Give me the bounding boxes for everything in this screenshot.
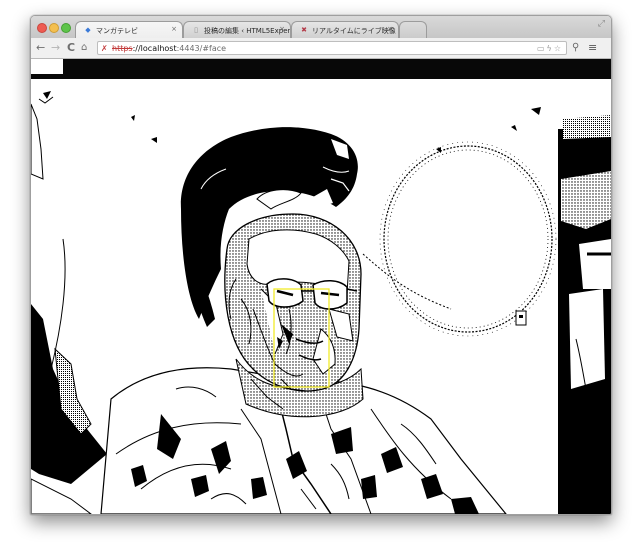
fullscreen-icon[interactable]: ⤢: [598, 19, 605, 29]
tab-label: リアルタイムにライブ映像: [312, 27, 396, 35]
broken-lock-icon: ✗: [101, 44, 108, 53]
omnibox-actions: ▭ϟ☆: [537, 42, 563, 56]
tab-label: マンガテレビ: [96, 27, 138, 35]
bookmark-star-icon[interactable]: ☆: [554, 44, 563, 53]
url-host: ://localhost: [132, 44, 177, 53]
home-icon[interactable]: ⌂: [81, 41, 87, 54]
page-action-icon[interactable]: ▭: [537, 44, 547, 53]
header-white-block: [31, 59, 63, 74]
extension-icon[interactable]: ⚲: [572, 41, 579, 54]
url-scheme: https: [112, 44, 133, 53]
bolt-icon[interactable]: ϟ: [547, 44, 554, 53]
tab-live-video[interactable]: ✖ リアルタイムにライブ映像 ×: [291, 21, 399, 38]
minimize-window-button[interactable]: [49, 23, 59, 33]
new-tab-button[interactable]: [399, 21, 427, 38]
zoom-window-button[interactable]: [61, 23, 71, 33]
recording-icon: ✖: [301, 26, 307, 34]
tab-edit-post[interactable]: ▯ 投稿の編集 ‹ HTML5Experi ×: [183, 21, 291, 38]
reload-icon[interactable]: C: [67, 41, 75, 54]
browser-window: ◆ マンガテレビ × ▯ 投稿の編集 ‹ HTML5Experi × ✖ リアル…: [30, 15, 612, 515]
tab-close-icon[interactable]: ×: [387, 25, 393, 33]
tab-close-icon[interactable]: ×: [171, 25, 177, 33]
page-header-bar: [31, 59, 611, 79]
browser-toolbar: ← → C ⌂ ✗ https://localhost:4443/#face ▭…: [31, 38, 611, 59]
right-edge-shapes: [558, 115, 611, 514]
tab-manga-tv[interactable]: ◆ マンガテレビ ×: [75, 21, 183, 38]
tab-close-icon[interactable]: ×: [279, 25, 285, 33]
page-content: [31, 59, 611, 514]
back-arrow-icon[interactable]: ←: [36, 41, 45, 54]
tab-strip: ◆ マンガテレビ × ▯ 投稿の編集 ‹ HTML5Experi × ✖ リアル…: [31, 16, 611, 38]
url-path: :4443/#face: [176, 44, 227, 53]
address-bar[interactable]: ✗ https://localhost:4443/#face ▭ϟ☆: [97, 41, 567, 55]
globe-icon: ◆: [85, 26, 91, 34]
menu-icon[interactable]: ≡: [588, 41, 597, 54]
close-window-button[interactable]: [37, 23, 47, 33]
page-icon: ▯: [194, 26, 198, 34]
forward-arrow-icon[interactable]: →: [51, 41, 60, 54]
camera-feed: [31, 79, 611, 514]
tab-label: 投稿の編集 ‹ HTML5Experi: [204, 27, 291, 35]
desktop-stage: ◆ マンガテレビ × ▯ 投稿の編集 ‹ HTML5Experi × ✖ リアル…: [0, 0, 640, 555]
